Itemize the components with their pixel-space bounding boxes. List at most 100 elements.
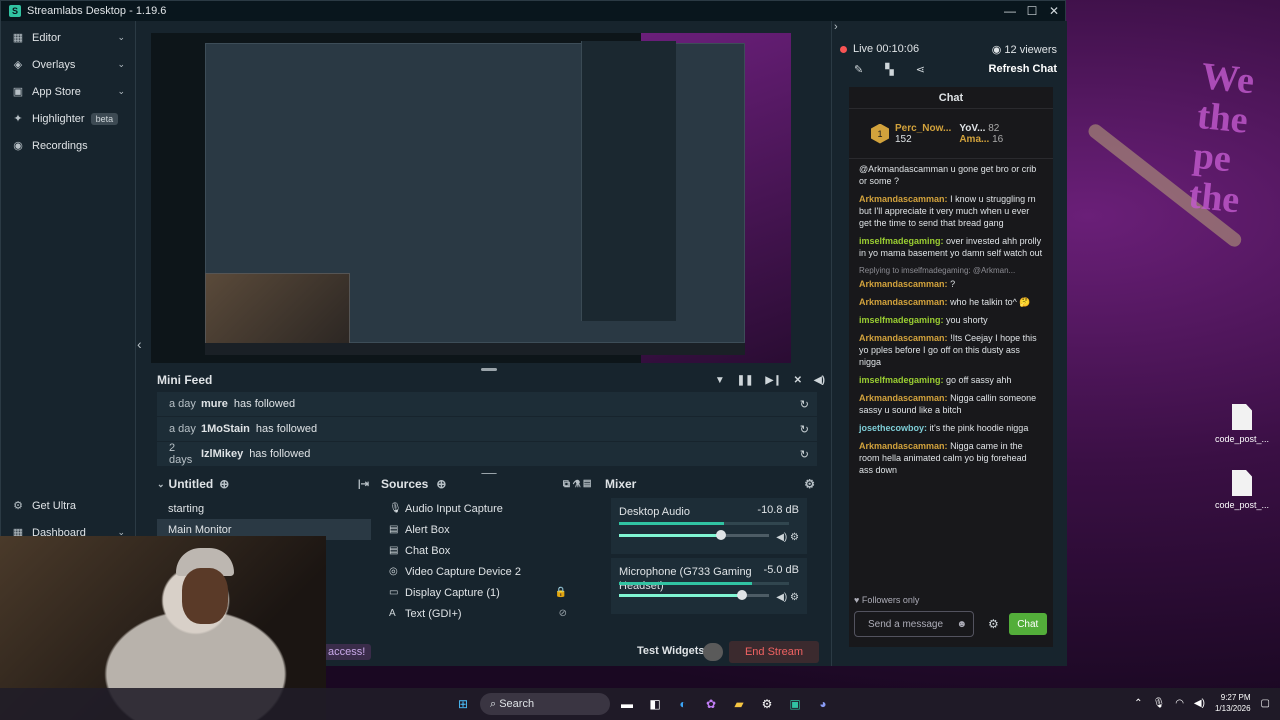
desktop-file-icon[interactable]: code_post_... (1212, 470, 1272, 510)
chat-input[interactable]: Send a message ☻ (854, 611, 974, 637)
emoji-icon[interactable]: ☻ (956, 619, 967, 630)
hidden-icon[interactable]: ⊘ (559, 608, 567, 619)
slider-knob[interactable] (737, 590, 747, 600)
collapse-right-icon[interactable]: › (834, 21, 838, 33)
window-controls: — ☐ ✕ (999, 1, 1065, 21)
source-item[interactable]: A Text (GDI+) ⊘ (381, 603, 597, 624)
refresh-chat-button[interactable]: Refresh Chat (989, 63, 1057, 75)
wifi-icon[interactable]: ◠ (1175, 698, 1184, 709)
gear-icon[interactable]: ⚙ (804, 477, 815, 491)
sidebar-item-recordings[interactable]: ◉ Recordings (1, 132, 135, 159)
sidebar-item-overlays[interactable]: ◈ Overlays ⌄ (1, 51, 135, 78)
slider-knob[interactable] (716, 530, 726, 540)
chat-send-button[interactable]: Chat (1008, 613, 1047, 635)
volume-slider[interactable] (619, 530, 769, 540)
sidebar-item-editor[interactable]: ▦ Editor ⌄ (1, 24, 135, 51)
edge-icon[interactable]: ◐ (672, 693, 694, 715)
clock[interactable]: 9:27 PM 1/13/2026 (1215, 692, 1251, 714)
close-button[interactable]: ✕ (1043, 1, 1065, 21)
chat-username[interactable]: imselfmadegaming: (859, 375, 944, 385)
taskbar-search[interactable]: ⌕ Search (480, 693, 610, 715)
desktop-file-icon[interactable]: code_post_... (1212, 404, 1272, 444)
system-tray: ⌃ 🎙 ◠ ◀) 9:27 PM 1/13/2026 ▢ (1134, 692, 1270, 714)
test-widgets-toggle[interactable] (703, 643, 723, 661)
chat-username[interactable]: imselfmadegaming: (859, 315, 944, 325)
scene-collection-title[interactable]: Untitled (169, 477, 214, 491)
lock-icon[interactable]: 🔒 (555, 587, 567, 598)
access-banner[interactable]: access! (322, 644, 372, 660)
leader-first[interactable]: Perc_Now... 152 (895, 123, 951, 145)
mute-settings-icon[interactable]: ◀) ⚙ (776, 592, 799, 603)
sidebar-item-app-store[interactable]: ▣ App Store ⌄ (1, 78, 135, 105)
skip-icon[interactable]: ▶❙ (766, 375, 782, 386)
mute-alerts-icon[interactable]: ✕ (794, 375, 802, 386)
scene-transition-icon[interactable]: |⇥ (358, 479, 369, 490)
chat-username[interactable]: Arkmandascamman: (859, 441, 948, 451)
chat-messages[interactable]: @Arkmandascamman u gone get bro or crib … (849, 159, 1053, 589)
source-item[interactable]: ▤ Alert Box (381, 519, 597, 540)
minimize-button[interactable]: — (999, 1, 1021, 21)
source-tools-icon[interactable]: ⧉ ⚗ ▤ (563, 479, 591, 490)
title-bar[interactable]: S Streamlabs Desktop - 1.19.6 — ☐ ✕ (1, 1, 1065, 21)
add-source-icon[interactable]: ⊕ (436, 477, 446, 491)
source-item[interactable]: ◎ Video Capture Device 2 (381, 561, 597, 582)
folder-icon[interactable]: ▰ (728, 693, 750, 715)
stream-tools: ✎ ▚ ⋖ Refresh Chat (832, 59, 1067, 79)
beta-badge: beta (90, 112, 119, 125)
leader-count: 16 (992, 133, 1004, 145)
chevron-down-icon[interactable]: ⌄ (157, 479, 165, 490)
channel-db: -10.8 dB (757, 504, 799, 516)
chat-username[interactable]: Arkmandascamman: (859, 279, 948, 289)
end-stream-button[interactable]: End Stream (729, 641, 819, 663)
stream-preview[interactable] (151, 33, 791, 363)
discord-icon[interactable]: ◕ (812, 693, 834, 715)
feed-time: a day (169, 423, 196, 435)
sidebar-item-get-ultra[interactable]: ⚙ Get Ultra (1, 492, 135, 519)
clock-date: 1/13/2026 (1214, 704, 1251, 713)
chevron-down-icon[interactable]: ⌄ (117, 59, 125, 70)
task-view-icon[interactable]: ◧ (644, 693, 666, 715)
settings-icon[interactable]: ⚙ (756, 693, 778, 715)
windows-start-icon[interactable]: ⊞ (452, 693, 474, 715)
sidebar-item-highlighter[interactable]: ✦ Highlighter beta (1, 105, 135, 132)
maximize-button[interactable]: ☐ (1021, 1, 1043, 21)
volume-icon[interactable]: ◀) (814, 375, 825, 386)
viewers-count[interactable]: ◉ 12 viewers (992, 43, 1057, 56)
sources-header: Sources ⊕ ⧉ ⚗ ▤ (381, 474, 597, 494)
mini-feed: Mini Feed ▼ ❚❚ ▶❙ ✕ ◀) a day mure has fo… (151, 369, 831, 467)
add-scene-icon[interactable]: ⊕ (219, 477, 229, 491)
edit-stream-icon[interactable]: ✎ (854, 63, 863, 76)
chat-username[interactable]: Arkmandascamman: (859, 393, 948, 403)
filter-icon[interactable]: ▼ (715, 375, 725, 386)
tray-chevron-icon[interactable]: ⌃ (1134, 698, 1142, 709)
chat-username[interactable]: josethecowboy: (859, 423, 927, 433)
replay-icon[interactable]: ↻ (800, 448, 809, 461)
source-item[interactable]: ▤ Chat Box (381, 540, 597, 561)
collapse-left-icon[interactable]: ‹ (137, 336, 142, 352)
share-icon[interactable]: ⋖ (916, 63, 925, 76)
chevron-down-icon[interactable]: ⌄ (117, 32, 125, 43)
source-item[interactable]: ▭ Display Capture (1) 🔒 (381, 582, 597, 603)
chevron-down-icon[interactable]: ⌄ (117, 86, 125, 97)
pause-icon[interactable]: ❚❚ (737, 375, 754, 386)
volume-slider[interactable] (619, 590, 769, 600)
chat-username[interactable]: Arkmandascamman: (859, 194, 948, 204)
scene-item[interactable]: starting (157, 498, 371, 519)
chat-settings-icon[interactable]: ⚙ (988, 617, 999, 631)
streamlabs-taskbar-icon[interactable]: ▣ (784, 693, 806, 715)
mute-settings-icon[interactable]: ◀) ⚙ (776, 532, 799, 543)
source-item[interactable]: 🎙 Audio Input Capture (381, 498, 597, 519)
speaker-icon[interactable]: ◀) (1194, 698, 1205, 709)
replay-icon[interactable]: ↻ (800, 398, 809, 411)
notifications-icon[interactable]: ▢ (1261, 698, 1270, 709)
dock-icon[interactable]: ▚ (885, 63, 893, 76)
mic-icon[interactable]: 🎙 (1152, 698, 1165, 709)
chat-text: it's the pink hoodie nigga (929, 423, 1029, 433)
chat-username[interactable]: imselfmadegaming: (859, 236, 944, 246)
chat-username[interactable]: Arkmandascamman: (859, 297, 948, 307)
file-manager-icon[interactable]: ▬ (616, 693, 638, 715)
chat-username[interactable]: Arkmandascamman: (859, 333, 948, 343)
copilot-icon[interactable]: ✿ (700, 693, 722, 715)
leader-others[interactable]: YoV... 82 Ama... 16 (959, 123, 1003, 145)
replay-icon[interactable]: ↻ (800, 423, 809, 436)
